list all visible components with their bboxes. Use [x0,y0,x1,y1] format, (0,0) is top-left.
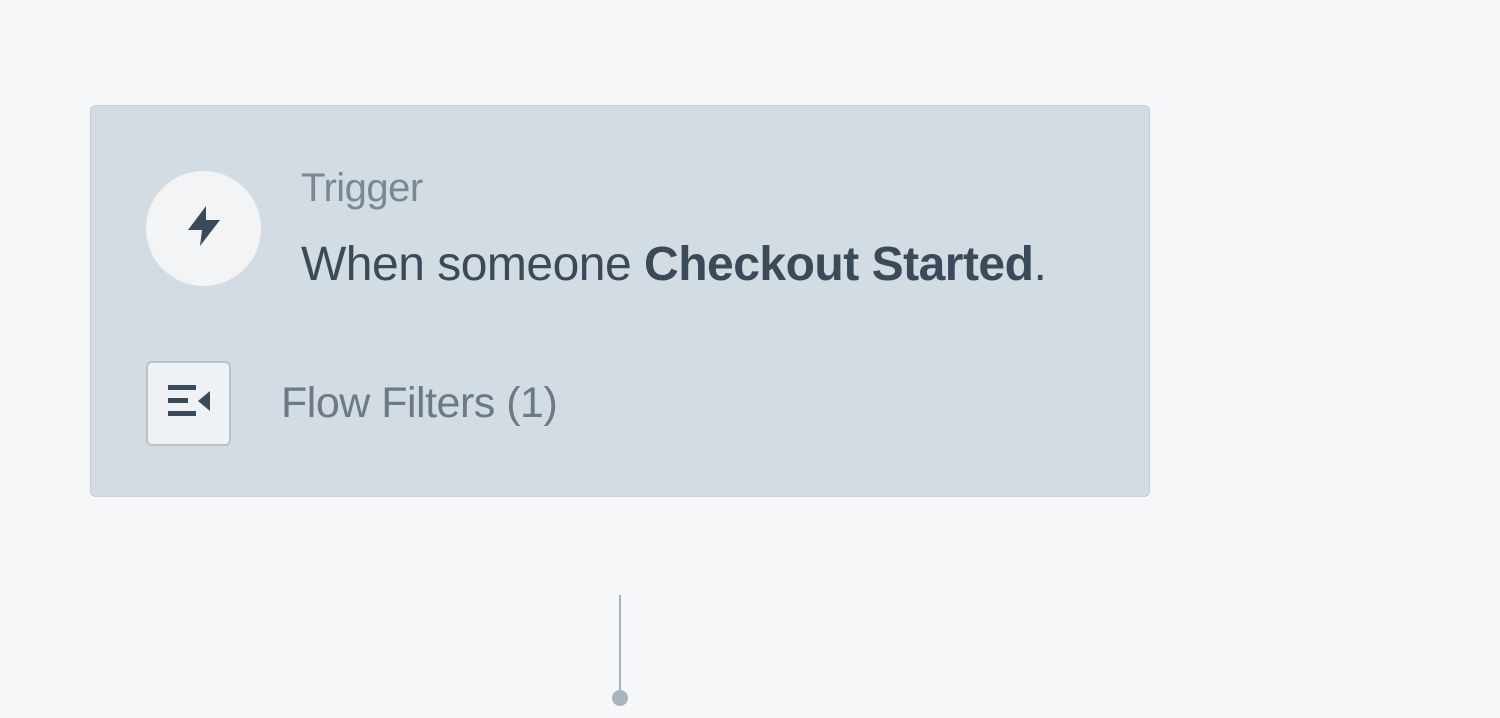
flow-connector-dot [612,690,628,706]
trigger-description-suffix: . [1033,238,1046,291]
trigger-description-prefix: When someone [301,238,644,291]
trigger-icon-container [146,171,261,286]
trigger-label: Trigger [301,166,1094,211]
filter-icon-container [146,361,231,446]
lightning-bolt-icon [180,202,228,255]
trigger-text-block: Trigger When someone Checkout Started. [301,161,1094,301]
trigger-card[interactable]: Trigger When someone Checkout Started. F… [90,105,1150,497]
trigger-description: When someone Checkout Started. [301,229,1094,301]
filter-icon [166,381,212,426]
flow-filters-row[interactable]: Flow Filters (1) [91,341,1149,496]
flow-connector-line [619,595,621,705]
trigger-header: Trigger When someone Checkout Started. [91,106,1149,341]
trigger-description-bold: Checkout Started [644,238,1033,291]
flow-filters-label: Flow Filters (1) [281,379,557,428]
